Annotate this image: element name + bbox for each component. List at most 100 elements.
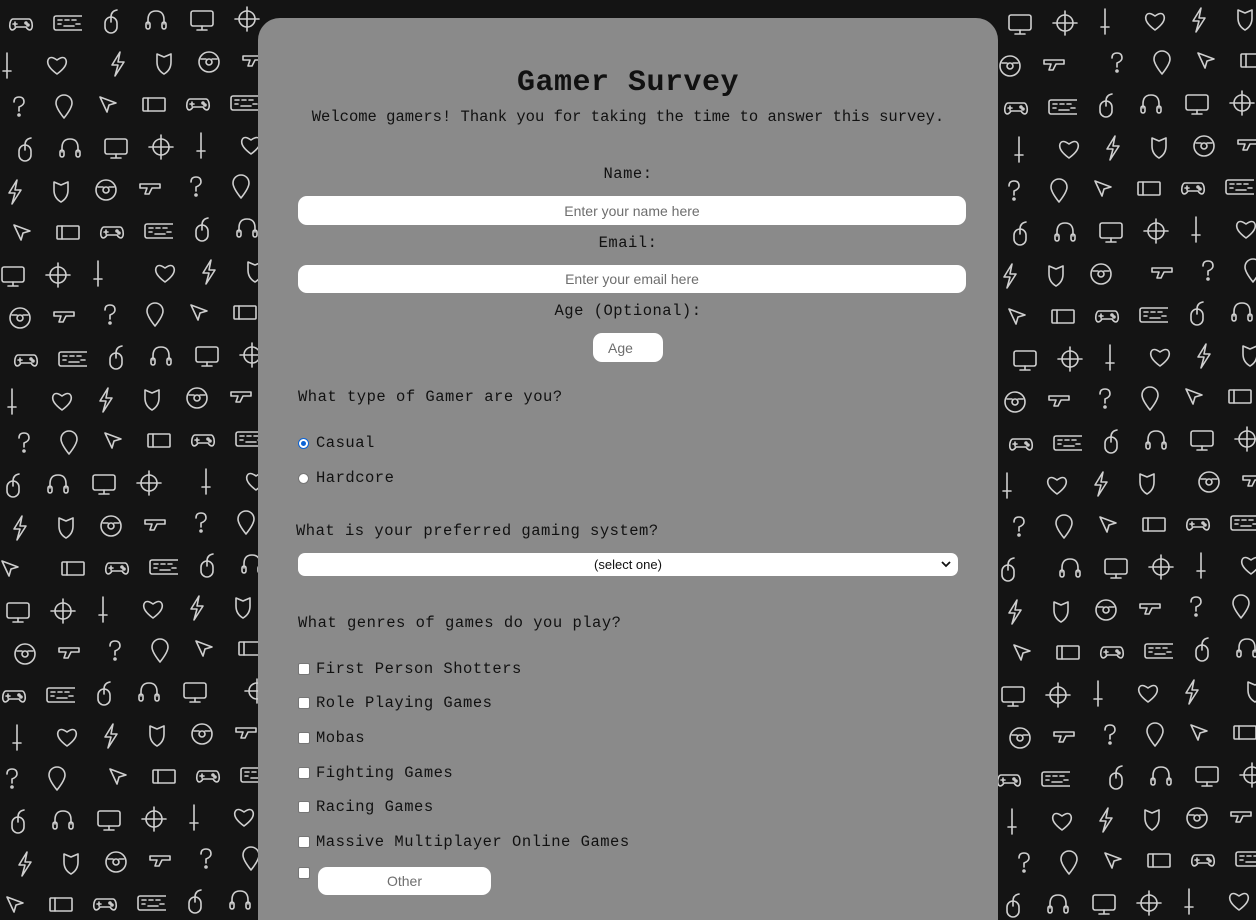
sword-icon: [1093, 680, 1103, 707]
sword-icon: [1196, 552, 1206, 579]
heart-icon: [1149, 348, 1171, 367]
name-label: Name:: [603, 165, 653, 183]
headset-icon: [1047, 894, 1069, 914]
genre-option[interactable]: Role Playing Games: [298, 694, 492, 712]
system-question: What is your preferred gaming system?: [296, 522, 659, 540]
headset-icon: [1145, 430, 1167, 450]
lightning-icon: [8, 179, 22, 205]
crosshair-icon: [1239, 762, 1256, 788]
headset-icon: [1059, 558, 1081, 578]
genre-checkbox[interactable]: [298, 697, 310, 709]
blaster-icon: [1151, 267, 1173, 279]
map-pin-icon: [1153, 50, 1171, 75]
crosshair-icon: [1148, 554, 1174, 580]
shield-icon: [63, 853, 79, 875]
keyboard-icon: [1041, 771, 1070, 787]
gaming-system-select[interactable]: (select one): [298, 553, 958, 576]
email-field[interactable]: Enter your email here: [298, 265, 966, 293]
steering-wheel-icon: [1193, 135, 1215, 157]
keyboard-icon: [137, 895, 166, 911]
shield-icon: [1151, 137, 1167, 159]
name-field[interactable]: Enter your name here: [298, 196, 966, 225]
hardcore-radio[interactable]: [298, 472, 309, 484]
lightning-icon: [1003, 263, 1017, 289]
gamer-type-option-hardcore[interactable]: Hardcore: [298, 469, 394, 487]
genre-checkbox[interactable]: [298, 663, 310, 675]
sword-icon: [1014, 136, 1024, 163]
genre-option[interactable]: Fighting Games: [298, 764, 453, 782]
question-mark-icon: [1013, 516, 1025, 537]
gamepad-icon: [1003, 102, 1029, 115]
keyboard-icon: [1144, 643, 1173, 659]
mouse-icon: [97, 681, 111, 706]
question-mark-icon: [18, 432, 30, 453]
blaster-icon: [149, 855, 171, 867]
other-placeholder: Other: [386, 873, 422, 889]
monitor-icon: [1001, 686, 1025, 707]
genre-checkbox[interactable]: [298, 801, 310, 813]
map-pin-icon: [1244, 258, 1256, 283]
headset-icon: [1140, 94, 1162, 114]
keyboard-icon: [230, 95, 259, 111]
steering-wheel-icon: [1186, 807, 1208, 829]
ticket-icon: [147, 433, 171, 448]
monitor-icon: [1, 266, 25, 287]
crosshair-icon: [1045, 682, 1071, 708]
cursor-icon: [99, 96, 117, 113]
sword-icon: [1100, 8, 1110, 35]
shield-icon: [149, 725, 165, 747]
keyboard-icon: [1048, 99, 1077, 115]
genre-option[interactable]: Racing Games: [298, 798, 434, 816]
age-placeholder: Age: [608, 339, 633, 356]
monitor-icon: [92, 474, 116, 495]
sword-icon: [1184, 888, 1194, 915]
headset-icon: [229, 890, 251, 910]
question-mark-icon: [1099, 388, 1111, 409]
monitor-icon: [1190, 430, 1214, 451]
ticket-icon: [56, 225, 80, 240]
monitor-icon: [1008, 14, 1032, 35]
sword-icon: [1191, 216, 1201, 243]
genre-checkbox[interactable]: [298, 732, 310, 744]
genre-option-other[interactable]: [298, 867, 316, 879]
map-pin-icon: [60, 430, 78, 455]
age-field[interactable]: Age: [593, 333, 663, 362]
steering-wheel-icon: [186, 387, 208, 409]
heart-icon: [154, 264, 176, 283]
heart-icon: [51, 392, 73, 411]
mouse-icon: [1195, 637, 1209, 662]
mouse-icon: [1013, 221, 1027, 246]
cursor-icon: [104, 432, 122, 449]
casual-radio[interactable]: [298, 437, 309, 449]
cursor-icon: [190, 304, 208, 321]
question-mark-icon: [1008, 180, 1020, 201]
keyboard-icon: [53, 15, 82, 31]
genre-checkbox[interactable]: [298, 836, 310, 848]
map-pin-icon: [151, 638, 169, 663]
map-pin-icon: [146, 302, 164, 327]
genre-option[interactable]: Mobas: [298, 729, 365, 747]
genre-label: Fighting Games: [316, 764, 454, 782]
gamepad-icon: [190, 434, 216, 447]
cursor-icon: [195, 640, 213, 657]
shield-icon: [1144, 809, 1160, 831]
genre-checkbox[interactable]: [298, 767, 310, 779]
ticket-icon: [49, 897, 73, 912]
lightning-icon: [13, 515, 27, 541]
other-checkbox[interactable]: [298, 867, 310, 879]
other-genre-field[interactable]: Other: [318, 867, 491, 895]
genre-option[interactable]: First Person Shotters: [298, 660, 522, 678]
keyboard-icon: [1225, 179, 1254, 195]
ticket-icon: [1051, 309, 1075, 324]
monitor-icon: [1013, 350, 1037, 371]
question-mark-icon: [1202, 260, 1214, 281]
keyboard-icon: [1235, 851, 1256, 867]
monitor-icon: [6, 602, 30, 623]
crosshair-icon: [234, 6, 260, 32]
hardcore-label: Hardcore: [316, 469, 395, 487]
mouse-icon: [1104, 429, 1118, 454]
genre-option[interactable]: Massive Multiplayer Online Games: [298, 833, 630, 851]
gamer-type-option-casual[interactable]: Casual: [298, 434, 375, 452]
headset-icon: [1054, 222, 1076, 242]
gamepad-icon: [1, 690, 27, 703]
